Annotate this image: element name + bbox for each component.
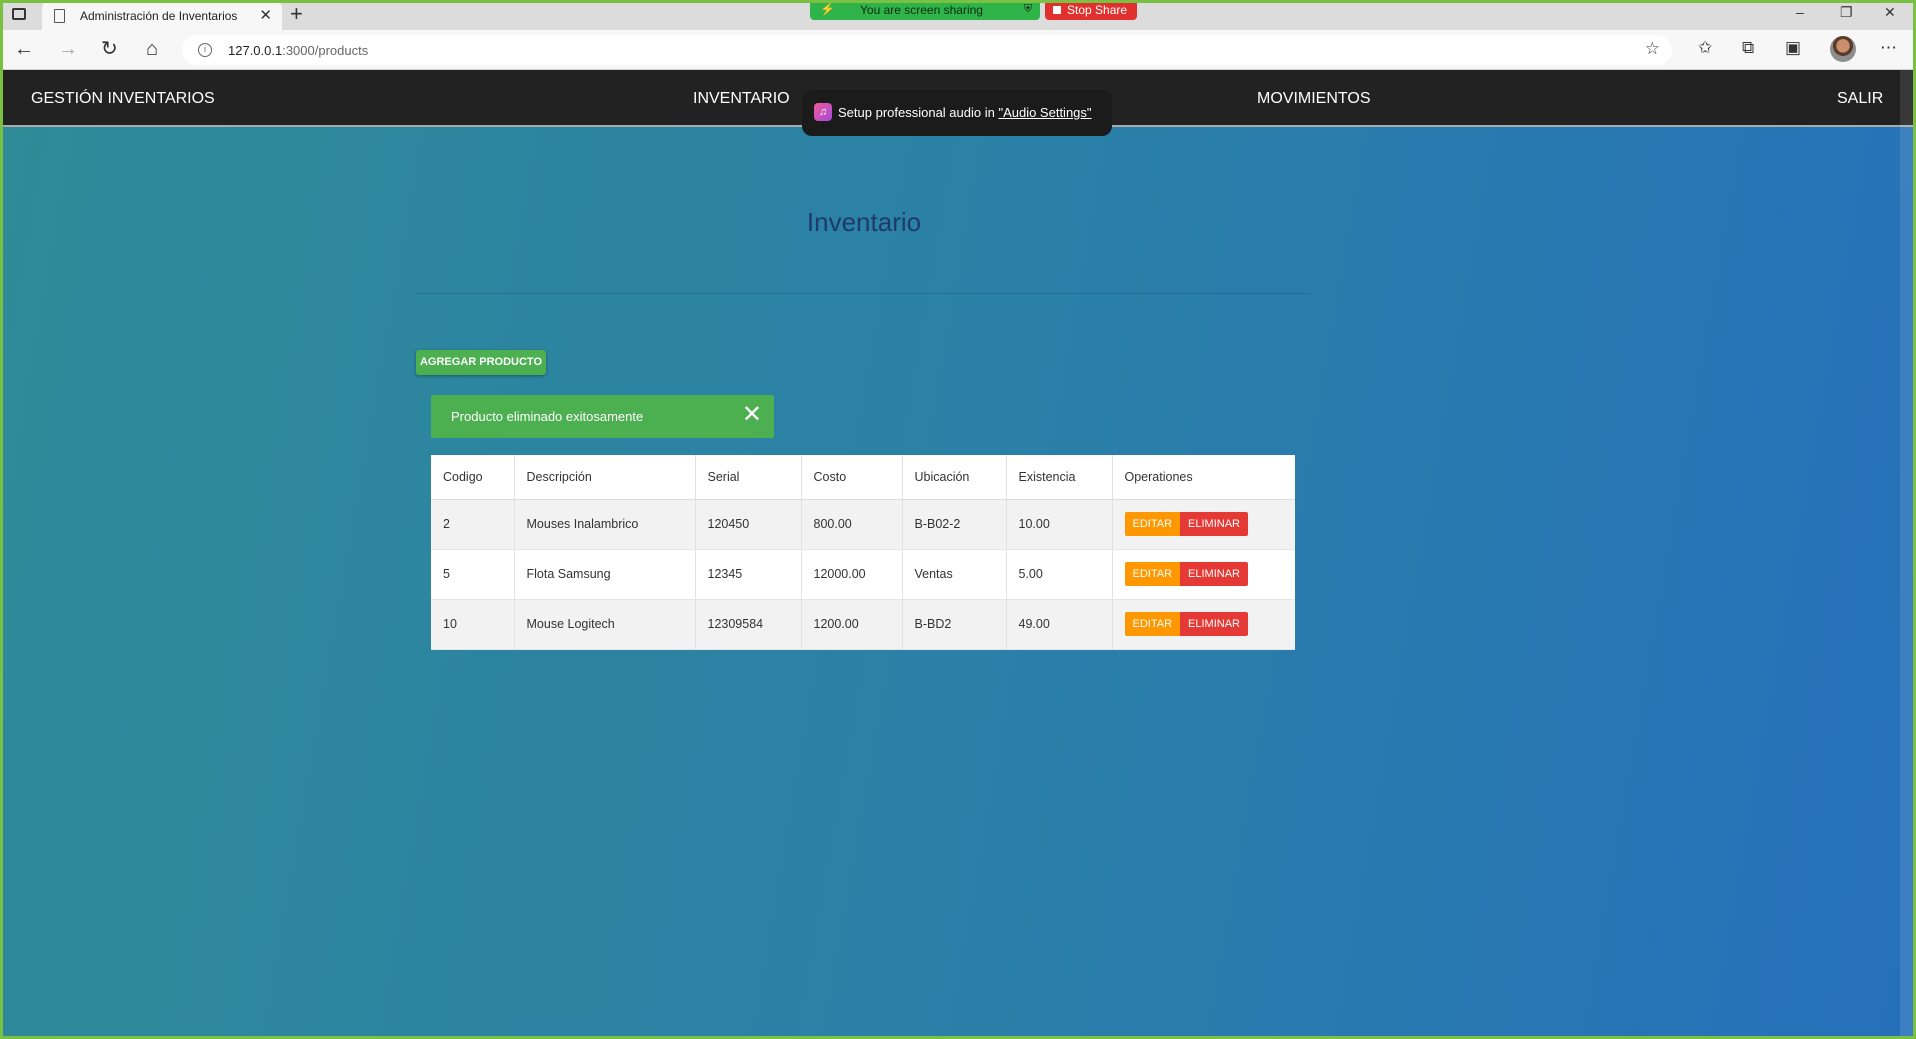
cell-codigo: 5 <box>431 549 515 600</box>
edit-button[interactable]: EDITAR <box>1124 612 1181 636</box>
cell-serial: 12345 <box>695 549 802 600</box>
column-header: Serial <box>695 455 802 500</box>
nav-logout[interactable]: SALIR <box>1837 90 1883 108</box>
url-text[interactable]: 127.0.0.1:3000/products <box>228 43 368 58</box>
cell-serial: 120450 <box>695 499 802 550</box>
home-icon[interactable]: ⌂ <box>146 38 158 60</box>
browser-tab[interactable]: Administración de Inventarios ✕ <box>42 2 282 30</box>
browser-toolbar: ← → ↻ ⌂ i 127.0.0.1:3000/products ☆ ✩ ⧉ … <box>0 30 1916 70</box>
column-header: Existencia <box>1006 455 1113 500</box>
cell-costo: 800.00 <box>801 499 903 550</box>
cell-operations: EDITAR ELIMINAR <box>1112 599 1295 650</box>
refresh-icon[interactable]: ↻ <box>101 38 118 60</box>
lightning-icon: ⚡ <box>820 2 835 16</box>
collections-icon[interactable]: ⧉ <box>1742 38 1754 58</box>
tab-actions-icon[interactable] <box>10 6 30 24</box>
column-header: Operationes <box>1112 455 1295 500</box>
edit-button[interactable]: EDITAR <box>1124 512 1181 536</box>
profile-avatar[interactable] <box>1830 36 1856 62</box>
forward-icon[interactable]: → <box>58 38 78 60</box>
close-window-button[interactable]: ✕ <box>1884 4 1896 21</box>
screen-sharing-indicator: ⚡ You are screen sharing ⛨ <box>810 0 1040 20</box>
cell-operations: EDITAR ELIMINAR <box>1112 499 1295 550</box>
column-header: Ubicación <box>902 455 1007 500</box>
browser-tab-bar: Administración de Inventarios ✕ + ⚡ You … <box>0 0 1916 30</box>
products-table: Codigo Descripción Serial Costo Ubicació… <box>431 455 1295 650</box>
minimize-button[interactable]: – <box>1796 4 1804 20</box>
cell-operations: EDITAR ELIMINAR <box>1112 549 1295 600</box>
cell-ubicacion: Ventas <box>902 549 1007 600</box>
restore-button[interactable]: ❐ <box>1840 4 1853 21</box>
page-title: Inventario <box>806 207 922 237</box>
cell-descripcion: Flota Samsung <box>514 549 696 600</box>
stop-share-button[interactable]: Stop Share <box>1045 0 1137 20</box>
alert-message: Producto eliminado exitosamente <box>451 409 644 424</box>
cell-ubicacion: B-BD2 <box>902 599 1007 650</box>
close-tab-icon[interactable]: ✕ <box>259 6 272 24</box>
title-divider <box>416 293 1310 294</box>
favorites-icon[interactable]: ✩ <box>1698 38 1712 58</box>
info-icon[interactable]: i <box>198 43 212 57</box>
page-scrollbar[interactable] <box>1900 70 1913 1036</box>
music-icon: ♫ <box>814 103 832 121</box>
cell-existencia: 10.00 <box>1006 499 1113 550</box>
audio-settings-link[interactable]: "Audio Settings" <box>998 105 1091 120</box>
cell-serial: 12309584 <box>695 599 802 650</box>
cell-codigo: 10 <box>431 599 515 650</box>
cell-codigo: 2 <box>431 499 515 550</box>
column-header: Descripción <box>514 455 696 500</box>
add-favorite-icon[interactable]: ☆ <box>1645 39 1660 59</box>
delete-button[interactable]: ELIMINAR <box>1180 612 1248 636</box>
cell-existencia: 5.00 <box>1006 549 1113 600</box>
page-icon <box>54 9 65 23</box>
table-row: 5 Flota Samsung 12345 12000.00 Ventas 5.… <box>431 549 1295 600</box>
toast-text: Setup professional audio in "Audio Setti… <box>838 105 1092 120</box>
more-options-icon[interactable]: ⋯ <box>1880 38 1897 58</box>
column-header: Costo <box>801 455 903 500</box>
delete-button[interactable]: ELIMINAR <box>1180 562 1248 586</box>
address-bar[interactable]: i 127.0.0.1:3000/products ☆ <box>182 35 1672 65</box>
edit-button[interactable]: EDITAR <box>1124 562 1181 586</box>
add-product-button[interactable]: AGREGAR PRODUCTO <box>416 350 546 375</box>
nav-brand[interactable]: GESTIÓN INVENTARIOS <box>31 90 215 108</box>
table-header-row: Codigo Descripción Serial Costo Ubicació… <box>431 455 1295 500</box>
cell-costo: 1200.00 <box>801 599 903 650</box>
close-alert-icon[interactable]: ✕ <box>742 401 762 429</box>
cell-existencia: 49.00 <box>1006 599 1113 650</box>
cell-descripcion: Mouses Inalambrico <box>514 499 696 550</box>
cell-costo: 12000.00 <box>801 549 903 600</box>
nav-inventory[interactable]: INVENTARIO <box>693 90 790 108</box>
column-header: Codigo <box>431 455 515 500</box>
screen-sharing-text: You are screen sharing <box>860 3 983 17</box>
back-icon[interactable]: ← <box>14 38 34 60</box>
success-alert: Producto eliminado exitosamente ✕ <box>431 395 774 438</box>
table-row: 2 Mouses Inalambrico 120450 800.00 B-B02… <box>431 499 1295 550</box>
stop-icon <box>1053 6 1061 14</box>
nav-movements[interactable]: MOVIMIENTOS <box>1257 90 1371 108</box>
cell-descripcion: Mouse Logitech <box>514 599 696 650</box>
shield-icon: ⛨ <box>1023 3 1032 15</box>
extensions-icon[interactable]: ▣ <box>1785 38 1801 58</box>
cell-ubicacion: B-B02-2 <box>902 499 1007 550</box>
new-tab-button[interactable]: + <box>290 2 303 26</box>
stop-share-label: Stop Share <box>1067 3 1128 17</box>
audio-settings-toast: ♫ Setup professional audio in "Audio Set… <box>802 90 1112 136</box>
tab-title: Administración de Inventarios <box>80 9 238 23</box>
table-row: 10 Mouse Logitech 12309584 1200.00 B-BD2… <box>431 599 1295 650</box>
delete-button[interactable]: ELIMINAR <box>1180 512 1248 536</box>
